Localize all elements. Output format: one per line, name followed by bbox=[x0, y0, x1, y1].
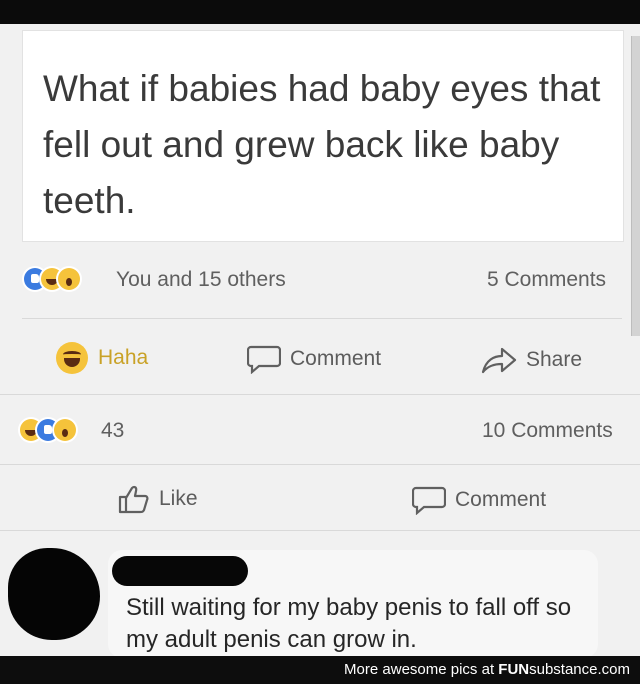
footer-watermark: More awesome pics at FUNsubstance.com bbox=[344, 661, 630, 678]
haha-button[interactable]: Haha bbox=[56, 342, 148, 374]
comment-text: Still waiting for my baby penis to fall … bbox=[126, 594, 572, 653]
share-button[interactable]: Share bbox=[481, 345, 582, 375]
like-label: Like bbox=[159, 487, 198, 510]
divider bbox=[22, 318, 622, 319]
comments-count[interactable]: 10 Comments bbox=[482, 419, 613, 443]
share-arrow-icon bbox=[481, 347, 517, 374]
post-text: What if babies had baby eyes that fell o… bbox=[43, 68, 601, 221]
divider bbox=[0, 394, 640, 395]
share-label: Share bbox=[526, 348, 583, 371]
footer-brand-bold: FUN bbox=[498, 661, 530, 678]
reactions-summary[interactable]: You and 15 others bbox=[116, 268, 286, 292]
divider bbox=[0, 464, 640, 465]
top-bar bbox=[0, 0, 640, 24]
footer-bar: More awesome pics at FUNsubstance.com bbox=[0, 656, 640, 684]
comment-icon bbox=[412, 486, 446, 515]
haha-icon bbox=[56, 342, 88, 374]
scrollbar[interactable] bbox=[631, 36, 640, 336]
comment-button[interactable]: Comment bbox=[412, 485, 546, 515]
comments-count[interactable]: 5 Comments bbox=[487, 268, 606, 292]
like-button[interactable]: Like bbox=[118, 484, 198, 514]
wow-icon bbox=[54, 419, 76, 441]
thumbs-up-icon bbox=[118, 485, 149, 514]
haha-label: Haha bbox=[98, 346, 149, 369]
avatar[interactable] bbox=[8, 548, 100, 640]
comment-icon bbox=[247, 345, 281, 374]
divider bbox=[0, 530, 640, 531]
reaction-count[interactable]: 43 bbox=[101, 419, 124, 443]
reaction-icons[interactable] bbox=[24, 268, 80, 290]
footer-brand-rest: substance.com bbox=[529, 661, 630, 678]
reaction-icons[interactable] bbox=[20, 419, 76, 441]
comment-label: Comment bbox=[455, 488, 547, 511]
footer-prefix: More awesome pics at bbox=[344, 661, 495, 678]
comment-button[interactable]: Comment bbox=[247, 344, 381, 374]
wow-icon bbox=[58, 268, 80, 290]
redacted-name bbox=[112, 556, 248, 586]
post-card: What if babies had baby eyes that fell o… bbox=[22, 30, 624, 242]
comment-label: Comment bbox=[290, 347, 382, 370]
